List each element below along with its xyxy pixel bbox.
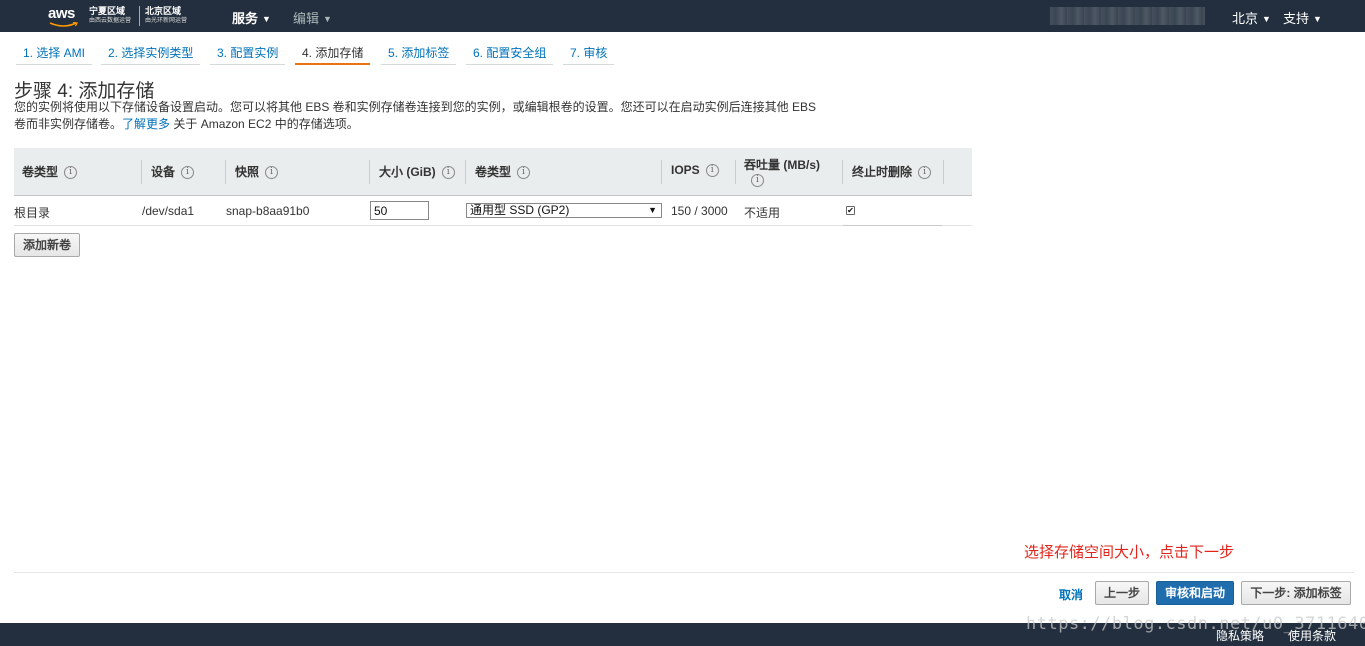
column-divider [661,160,662,184]
region-ningxia-operator: 由西云数据运营 [89,18,132,24]
info-icon[interactable]: i [181,166,195,180]
column-header-size: 大小 (GiB) i [379,163,455,180]
column-header-ebs-volume-type: 卷类型 i [475,163,531,180]
region-beijing: 北京区域 由光环新网运营 [145,5,187,26]
region-ningxia-name: 宁夏区域 [89,6,126,16]
region-menu[interactable]: 北京 ▼ [1232,8,1271,27]
info-icon[interactable]: i [265,166,279,180]
services-menu[interactable]: 服务 ▼ [232,8,271,27]
cell-volume-type: 根目录 [14,206,51,220]
aws-logo[interactable]: aws [48,5,78,27]
checkmark-icon: ✔ [847,206,854,215]
cell-iops: 150 / 3000 [671,204,728,218]
footer-divider [14,572,1354,573]
tab-configure-instance[interactable]: 3. 配置实例 [210,44,286,65]
tab-add-tags[interactable]: 5. 添加标签 [381,44,457,65]
next-add-tags-button[interactable]: 下一步: 添加标签 [1241,581,1351,605]
chevron-down-icon: ▼ [262,14,271,24]
info-icon[interactable]: i [441,166,455,180]
column-header-device: 设备 i [151,163,195,180]
chevron-down-icon: ▼ [323,14,332,24]
support-menu[interactable]: 支持 ▼ [1283,8,1322,27]
region-beijing-name: 北京区域 [145,6,182,16]
region-ningxia: 宁夏区域 由西云数据运营 [89,5,131,26]
cell-throughput: 不适用 [744,206,781,220]
learn-more-link[interactable]: 了解更多 [122,117,170,131]
column-divider [842,160,843,184]
aws-smile-icon [49,22,78,27]
info-icon[interactable]: i [64,166,78,180]
table-row: 根目录 /dev/sda1 snap-b8aa91b0 通用型 SSD (GP2… [14,197,972,226]
tab-add-storage[interactable]: 4. 添加存储 [295,44,371,65]
tab-choose-instance-type[interactable]: 2. 选择实例类型 [101,44,201,65]
previous-button[interactable]: 上一步 [1095,581,1149,605]
column-header-delete-on-termination: 终止时删除 i [852,163,932,180]
add-new-volume-button[interactable]: 添加新卷 [14,233,80,257]
column-divider [735,160,736,184]
review-and-launch-button[interactable]: 审核和启动 [1156,581,1234,605]
info-icon[interactable]: i [751,174,764,188]
info-icon[interactable]: i [517,166,531,180]
ebs-volume-type-select[interactable]: 通用型 SSD (GP2) ▼ [466,203,662,218]
column-header-volume-type: 卷类型 i [22,163,78,180]
column-divider [465,160,466,184]
region-divider [139,6,140,26]
region-menu-label: 北京 [1232,11,1259,26]
chevron-down-icon: ▼ [1262,14,1271,24]
row-divider [843,225,942,226]
cancel-button[interactable]: 取消 [1059,586,1083,603]
column-divider [369,160,370,184]
column-divider [943,160,944,184]
cell-device: /dev/sda1 [142,204,195,218]
info-icon[interactable]: i [918,166,932,180]
size-input[interactable] [370,201,429,220]
edit-menu-label: 编辑 [293,11,320,26]
cell-snapshot: snap-b8aa91b0 [226,204,310,218]
storage-table-header: 卷类型 i 设备 i 快照 i 大小 (GiB) i 卷类型 i IOPS i 吞吐量 (M… [14,148,972,196]
support-menu-label: 支持 [1283,11,1310,26]
annotation-text: 选择存储空间大小，点击下一步 [1024,544,1235,561]
description-line-2: 卷而非实例存储卷。了解更多 关于 Amazon EC2 中的存储选项。 [14,117,359,131]
ebs-volume-type-selected: 通用型 SSD (GP2) [470,203,570,217]
column-divider [225,160,226,184]
page-description: 您的实例将使用以下存储设备设置启动。您可以将其他 EBS 卷和实例存储卷连接到您… [14,99,834,133]
edit-menu[interactable]: 编辑 ▼ [293,8,332,27]
top-navigation-bar: aws 宁夏区域 由西云数据运营 北京区域 由光环新网运营 服务 ▼ 编辑 ▼ 北京… [0,0,1365,32]
column-header-iops: IOPS i [671,163,719,178]
watermark-text: https://blog.csdn.net/u0_37116405 [1026,614,1365,634]
tab-review[interactable]: 7. 审核 [563,44,615,65]
tab-configure-security-group[interactable]: 6. 配置安全组 [466,44,554,65]
services-menu-label: 服务 [232,11,259,26]
info-icon[interactable]: i [705,164,719,178]
column-divider [141,160,142,184]
region-beijing-operator: 由光环新网运营 [145,18,188,24]
delete-on-termination-checkbox[interactable]: ✔ [846,206,855,215]
column-header-snapshot: 快照 i [235,163,279,180]
description-line-1: 您的实例将使用以下存储设备设置启动。您可以将其他 EBS 卷和实例存储卷连接到您… [14,100,817,114]
account-name-redacted [1050,7,1205,25]
tab-choose-ami[interactable]: 1. 选择 AMI [16,44,93,65]
chevron-down-icon: ▼ [648,205,657,215]
aws-logo-text: aws [48,5,75,22]
chevron-down-icon: ▼ [1313,14,1322,24]
column-header-throughput: 吞吐量 (MB/s) i [744,158,820,188]
